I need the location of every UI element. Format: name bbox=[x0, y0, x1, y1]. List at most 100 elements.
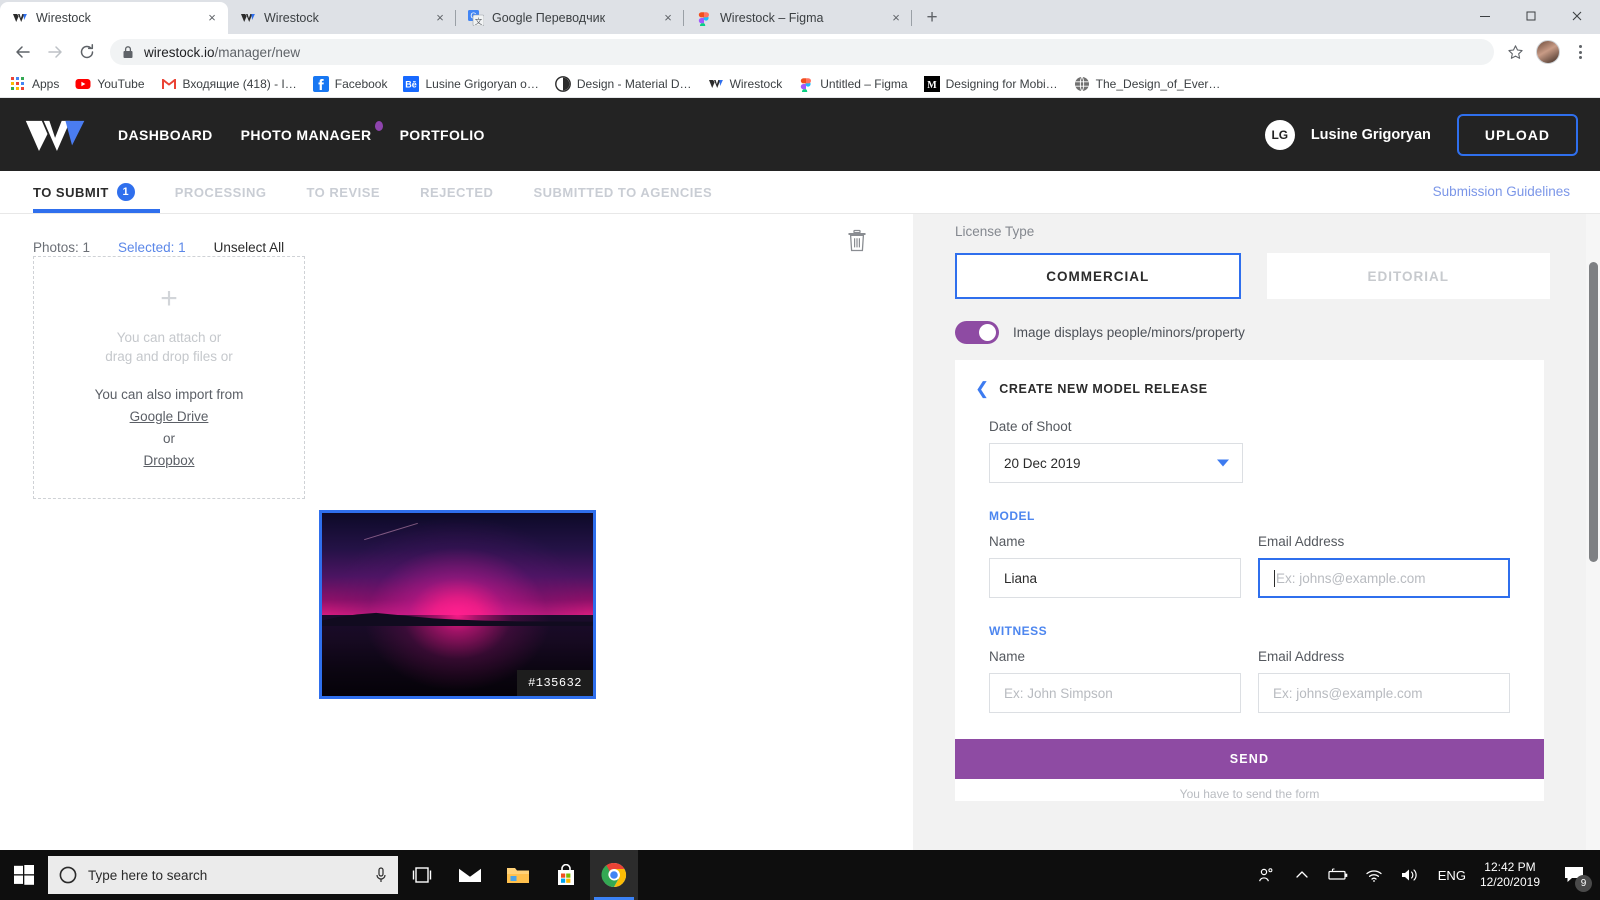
address-bar[interactable]: wirestock.io/manager/new bbox=[110, 39, 1494, 65]
microphone-icon[interactable] bbox=[374, 866, 388, 884]
close-icon[interactable] bbox=[1554, 0, 1600, 32]
bookmark-label: Apps bbox=[32, 76, 60, 91]
google-chrome-button[interactable] bbox=[590, 850, 638, 900]
chevron-down-icon[interactable] bbox=[1217, 459, 1229, 467]
tab-to-submit[interactable]: TO SUBMIT 1 bbox=[33, 171, 135, 214]
dropbox-link[interactable]: Dropbox bbox=[95, 450, 244, 472]
maximize-icon[interactable] bbox=[1508, 0, 1554, 32]
chevron-left-icon[interactable]: ❮ bbox=[975, 380, 989, 397]
mail-app-button[interactable] bbox=[446, 850, 494, 900]
tab-close-icon[interactable]: × bbox=[432, 10, 448, 26]
upload-button[interactable]: UPLOAD bbox=[1456, 113, 1578, 156]
browser-tab-2[interactable]: G 文 Google Переводчик × bbox=[456, 2, 684, 34]
bookmark-gmail[interactable]: Входящие (418) - I… bbox=[161, 76, 297, 92]
model-name-input[interactable]: Liana bbox=[989, 558, 1241, 598]
delete-button[interactable] bbox=[846, 229, 868, 258]
forward-icon[interactable] bbox=[40, 37, 70, 67]
model-email-input[interactable]: Ex: johns@example.com bbox=[1258, 558, 1510, 598]
bookmark-behance[interactable]: Bē Lusine Grigoryan o… bbox=[403, 75, 539, 92]
browser-tab-title: Wirestock bbox=[36, 11, 91, 25]
license-commercial-button[interactable]: COMMERCIAL bbox=[955, 253, 1241, 299]
tab-rejected[interactable]: REJECTED bbox=[420, 171, 493, 214]
bookmark-star-icon[interactable] bbox=[1502, 39, 1528, 65]
notifications-button[interactable]: 9 bbox=[1554, 850, 1594, 900]
cortana-circle-icon bbox=[59, 866, 77, 884]
tab-label: TO SUBMIT bbox=[33, 184, 109, 200]
bookmark-material-design[interactable]: Design - Material D… bbox=[554, 75, 692, 92]
bookmark-design-of-everyday[interactable]: The_Design_of_Ever… bbox=[1074, 76, 1221, 92]
witness-name-placeholder: Ex: John Simpson bbox=[1004, 685, 1113, 701]
bookmark-facebook[interactable]: Facebook bbox=[312, 75, 387, 92]
witness-name-input[interactable]: Ex: John Simpson bbox=[989, 673, 1241, 713]
browser-tab-3[interactable]: Wirestock – Figma × bbox=[684, 2, 912, 34]
selected-count: Selected: 1 bbox=[118, 240, 186, 255]
clock[interactable]: 12:42 PM 12/20/2019 bbox=[1476, 860, 1554, 890]
details-scrollbar-track[interactable] bbox=[1586, 214, 1600, 850]
tab-close-icon[interactable]: × bbox=[660, 10, 676, 26]
tab-processing[interactable]: PROCESSING bbox=[175, 171, 267, 214]
microsoft-store-button[interactable] bbox=[542, 850, 590, 900]
browser-toolbar: wirestock.io/manager/new bbox=[0, 34, 1600, 70]
bookmark-medium[interactable]: M Designing for Mobi… bbox=[923, 75, 1058, 92]
search-input[interactable]: Type here to search bbox=[48, 856, 398, 894]
nav-dashboard[interactable]: DASHBOARD bbox=[118, 127, 213, 143]
witness-email-input[interactable]: Ex: johns@example.com bbox=[1258, 673, 1510, 713]
dropzone-or-label: or bbox=[162, 430, 175, 446]
file-explorer-button[interactable] bbox=[494, 850, 542, 900]
back-icon[interactable] bbox=[8, 37, 38, 67]
task-view-button[interactable] bbox=[398, 850, 446, 900]
user-name[interactable]: Lusine Grigoryan bbox=[1311, 127, 1431, 143]
bookmark-label: Designing for Mobi… bbox=[945, 76, 1058, 91]
bookmark-wirestock[interactable]: Wirestock bbox=[708, 76, 783, 92]
bookmark-label: The_Design_of_Ever… bbox=[1095, 76, 1221, 91]
minimize-icon[interactable] bbox=[1462, 0, 1508, 32]
nav-portfolio[interactable]: PORTFOLIO bbox=[400, 127, 485, 143]
send-button[interactable]: SEND bbox=[955, 739, 1544, 779]
language-indicator[interactable]: ENG bbox=[1428, 868, 1476, 883]
reload-icon[interactable] bbox=[72, 37, 102, 67]
bookmark-youtube[interactable]: YouTube bbox=[75, 76, 145, 92]
wifi-icon[interactable] bbox=[1356, 850, 1392, 900]
photo-thumbnail[interactable]: #135632 bbox=[319, 510, 596, 699]
apps-grid-icon bbox=[11, 76, 24, 90]
volume-icon[interactable] bbox=[1392, 850, 1428, 900]
unselect-all-button[interactable]: Unselect All bbox=[214, 240, 285, 255]
active-tab-indicator bbox=[33, 209, 160, 213]
browser-tab-1[interactable]: Wirestock × bbox=[228, 2, 456, 34]
wirestock-icon bbox=[708, 79, 723, 88]
profile-avatar[interactable] bbox=[1536, 40, 1560, 64]
google-drive-link[interactable]: Google Drive bbox=[95, 406, 244, 428]
submission-guidelines-link[interactable]: Submission Guidelines bbox=[1433, 184, 1570, 199]
tab-close-icon[interactable]: × bbox=[204, 10, 220, 26]
license-editorial-button[interactable]: EDITORIAL bbox=[1266, 253, 1550, 299]
dropzone[interactable]: + You can attach or drag and drop files … bbox=[33, 256, 305, 499]
tab-submitted-to-agencies[interactable]: SUBMITTED TO AGENCIES bbox=[533, 171, 712, 214]
battery-icon[interactable] bbox=[1320, 850, 1356, 900]
chrome-menu-icon[interactable] bbox=[1568, 37, 1592, 67]
bookmark-figma[interactable]: Untitled – Figma bbox=[798, 76, 908, 92]
bookmark-label: Wirestock bbox=[729, 76, 783, 91]
url-path: /manager/new bbox=[214, 44, 301, 60]
nav-photo-manager[interactable]: PHOTO MANAGER bbox=[241, 120, 383, 143]
mail-icon bbox=[458, 867, 482, 882]
details-scrollbar-thumb[interactable] bbox=[1589, 262, 1598, 562]
start-button[interactable] bbox=[0, 850, 48, 900]
tab-close-icon[interactable]: × bbox=[888, 10, 904, 26]
people-icon[interactable] bbox=[1248, 850, 1284, 900]
people-property-toggle[interactable] bbox=[955, 321, 999, 344]
chevron-up-icon[interactable] bbox=[1284, 850, 1320, 900]
bookmark-label: Входящие (418) - I… bbox=[182, 76, 297, 91]
wirestock-app: DASHBOARD PHOTO MANAGER PORTFOLIO LG Lus… bbox=[0, 98, 1600, 850]
browser-tab-0[interactable]: Wirestock × bbox=[0, 2, 228, 34]
model-release-body: Date of Shoot 20 Dec 2019 MODEL Name Lia… bbox=[955, 397, 1544, 713]
new-tab-button[interactable]: + bbox=[918, 4, 946, 32]
avatar[interactable]: LG bbox=[1264, 119, 1295, 150]
clock-time: 12:42 PM bbox=[1484, 860, 1536, 874]
date-of-shoot-field[interactable]: 20 Dec 2019 bbox=[989, 443, 1243, 483]
text-caret bbox=[1274, 569, 1275, 587]
taskbar-pinned-apps bbox=[398, 850, 638, 900]
bookmark-apps[interactable]: Apps bbox=[10, 76, 59, 92]
photo-image bbox=[322, 513, 593, 696]
date-of-shoot-value[interactable]: 20 Dec 2019 bbox=[989, 443, 1243, 483]
tab-to-revise[interactable]: TO REVISE bbox=[306, 171, 380, 214]
